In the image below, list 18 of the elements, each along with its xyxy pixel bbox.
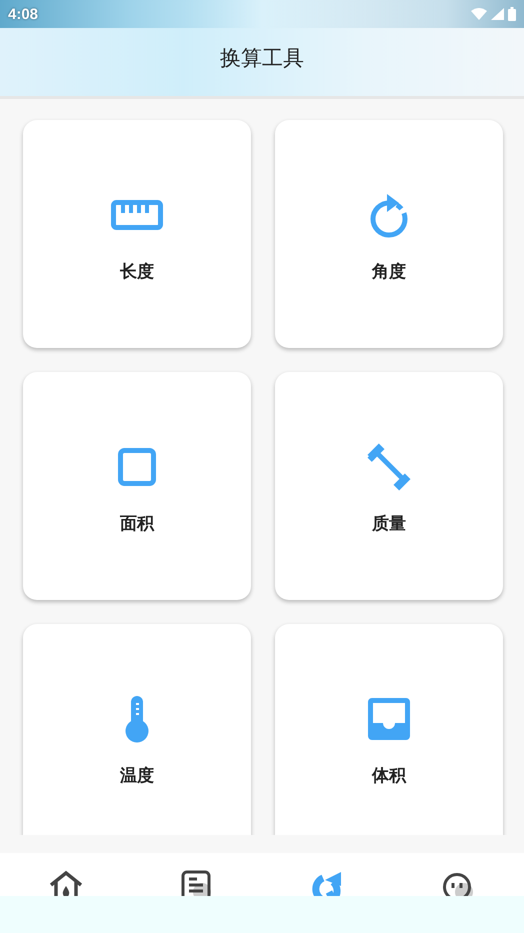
rotate-icon	[369, 192, 409, 238]
page-title: 换算工具	[219, 45, 305, 72]
status-time: 4:08	[8, 6, 38, 22]
thermometer-icon	[124, 695, 150, 743]
tool-card[interactable]: 长度	[23, 120, 251, 348]
tool-card[interactable]: 温度	[23, 624, 251, 835]
inbox-icon	[367, 697, 411, 741]
square-icon	[118, 448, 156, 486]
face-icon	[442, 870, 476, 896]
tool-card[interactable]: 面积	[23, 372, 251, 600]
tool-card[interactable]: 体积	[275, 624, 503, 835]
tool-card[interactable]: 质量	[275, 372, 503, 600]
ruler-icon	[111, 200, 163, 230]
signal-icon	[491, 8, 504, 20]
wifi-icon	[471, 8, 487, 20]
home-icon	[48, 870, 84, 896]
battery-icon	[508, 7, 516, 21]
tool-card[interactable]: 角度	[275, 120, 503, 348]
